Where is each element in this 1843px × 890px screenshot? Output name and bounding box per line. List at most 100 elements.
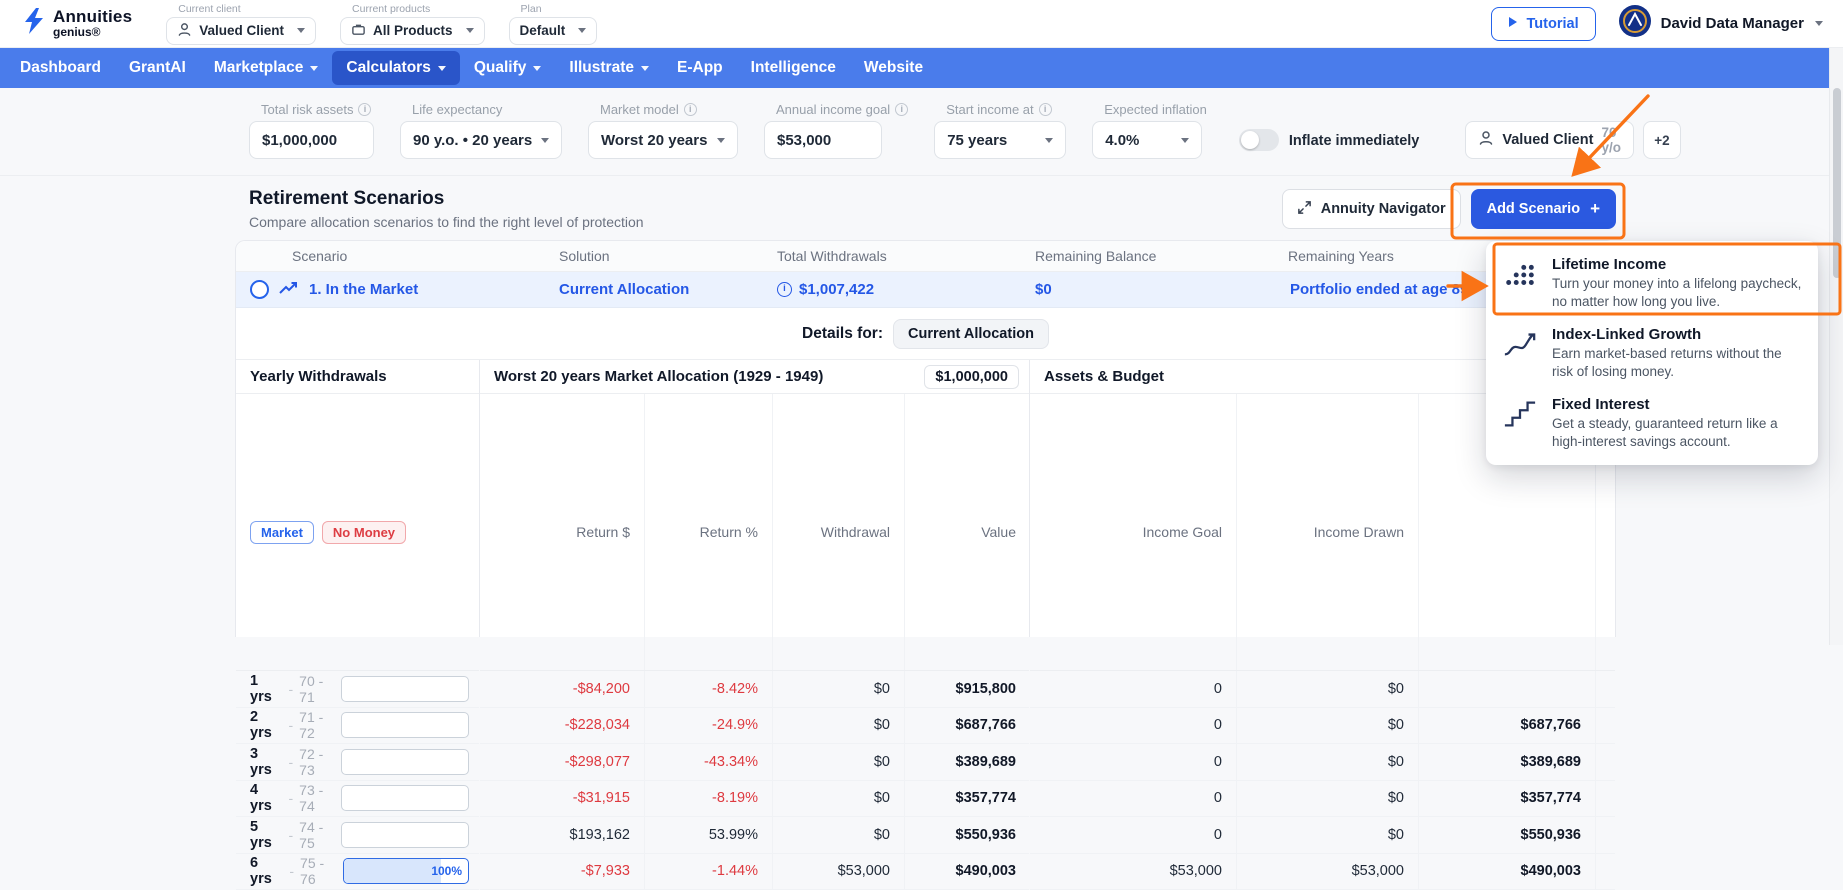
scenario-row[interactable]: 1. In the Market Current Allocation i$1,… [236,272,1615,308]
nav-eapp[interactable]: E-App [663,51,737,85]
return-pct: -1.44% [644,854,772,890]
add-scenario-label: Add Scenario [1487,201,1580,217]
market-row: -$228,034-24.9%$0$687,766 [480,708,1029,745]
info-icon: i [1039,103,1052,116]
vertical-scrollbar[interactable] [1829,48,1843,645]
menu-item-lifetime-income[interactable]: Lifetime Income Turn your money into a l… [1486,248,1818,318]
chevron-down-icon [1045,138,1053,143]
income-drawn: $0 [1236,708,1418,744]
row-age-range: 70 - 71 [299,673,341,705]
person-icon [1478,130,1494,151]
nav-label: Website [864,59,923,77]
income-goal: 0 [1030,671,1236,707]
withdrawal-row: 2 yrs-71 - 72 [236,708,479,745]
value: $357,774 [904,781,1030,817]
withdrawal-row: 5 yrs-74 - 75 [236,817,479,854]
more-clients-chip[interactable]: +2 [1643,121,1681,159]
annuity-navigator-label: Annuity Navigator [1321,201,1446,217]
withdrawal: $0 [772,781,904,817]
nav-illustrate[interactable]: Illustrate [555,51,663,85]
separator: - [289,754,294,770]
logo-bolt-icon [22,7,46,40]
annual-income-goal-input[interactable]: $53,000 [764,121,882,159]
filler-cell [1595,854,1615,890]
app-logo[interactable]: Annuities genius® [22,7,132,40]
expected-inflation-dropdown[interactable]: 4.0% [1092,121,1202,159]
assets-row: 0$0$687,766 [1030,708,1615,745]
details-band: Details for: Current Allocation [236,308,1615,360]
assets-row: $53,000$53,000$490,003 [1030,854,1615,890]
withdrawal: $53,000 [772,854,904,890]
current-client-dropdown[interactable]: Valued Client [166,17,316,45]
scenarios-card: Scenario Solution Total Withdrawals Rema… [235,240,1616,637]
chevron-down-icon [466,28,474,33]
briefcase-icon [351,22,366,40]
nav-dashboard[interactable]: Dashboard [6,51,115,85]
total-risk-assets-input[interactable]: $1,000,000 [249,121,374,159]
add-scenario-button[interactable]: Add Scenario + [1471,189,1616,229]
top-bar: Annuities genius® Current client Valued … [0,0,1843,48]
details-allocation-chip[interactable]: Current Allocation [893,319,1049,349]
tutorial-button[interactable]: Tutorial [1491,7,1596,41]
return-usd: -$84,200 [480,671,644,707]
market-model-dropdown[interactable]: Worst 20 years [588,121,738,159]
nav-grantai[interactable]: GrantAI [115,51,200,85]
start-income-at-dropdown[interactable]: 75 years [934,121,1066,159]
row-years: 5 yrs [250,819,283,851]
life-expectancy-dropdown[interactable]: 90 y.o. • 20 years [400,121,562,159]
scenario-total-withdrawals: $1,007,422 [799,281,874,298]
nav-website[interactable]: Website [850,51,937,85]
nav-label: Dashboard [20,59,101,77]
market-chip[interactable]: Market [250,521,314,544]
balance-value: $357,774 [1418,781,1595,817]
income-goal: 0 [1030,744,1236,780]
scrollbar-thumb[interactable] [1833,88,1841,278]
market-amount: $1,000,000 [924,365,1019,389]
separator: - [289,827,294,843]
nav-qualify[interactable]: Qualify [460,51,556,85]
withdrawal-input-filled[interactable]: 100% [343,858,469,884]
nav-label: GrantAI [129,59,186,77]
no-money-chip[interactable]: No Money [322,521,406,544]
nav-intelligence[interactable]: Intelligence [737,51,850,85]
menu-item-title: Index-Linked Growth [1552,326,1804,343]
scenario-radio[interactable] [250,280,269,299]
return-usd: $193,162 [480,817,644,853]
info-icon: i [777,282,792,297]
logo-line2: genius® [53,25,132,39]
client-chip-age: 70 y/o [1601,125,1621,155]
row-age-range: 73 - 74 [299,782,341,814]
income-goal: 0 [1030,781,1236,817]
current-products-dropdown[interactable]: All Products [340,17,485,45]
menu-item-description: Turn your money into a lifelong paycheck… [1552,275,1804,310]
separator: - [289,863,294,879]
return-pct: -8.42% [644,671,772,707]
plan-value: Default [520,23,566,38]
withdrawal-input[interactable] [341,749,469,775]
market-row: -$7,933-1.44%$53,000$490,003 [480,854,1029,890]
client-chip[interactable]: Valued Client 70 y/o [1465,121,1634,159]
separator: - [289,790,294,806]
filter-value: 4.0% [1105,132,1139,149]
inflate-immediately-toggle[interactable] [1239,129,1279,151]
withdrawal-input[interactable] [341,822,469,848]
withdrawal-input[interactable] [341,712,469,738]
filter-value: Worst 20 years [601,132,707,149]
filter-label: Annual income goal [776,102,890,117]
plan-dropdown[interactable]: Default [509,17,598,45]
current-client-value: Valued Client [199,23,284,38]
current-client-selector: Current client Valued Client [166,3,316,45]
nav-marketplace[interactable]: Marketplace [200,51,333,85]
withdrawal-input[interactable] [341,785,469,811]
menu-item-index-linked-growth[interactable]: Index-Linked Growth Earn market-based re… [1486,318,1818,388]
page-title: Retirement Scenarios [249,188,644,210]
withdrawal-input[interactable] [341,676,469,702]
scenarios-header: Retirement Scenarios Compare allocation … [235,188,1616,230]
nav-calculators[interactable]: Calculators [332,51,459,85]
menu-item-fixed-interest[interactable]: Fixed Interest Get a steady, guaranteed … [1486,388,1818,458]
withdrawal-row: 4 yrs-73 - 74 [236,781,479,818]
col-header-income-drawn: Income Drawn [1236,394,1418,670]
annuity-navigator-button[interactable]: Annuity Navigator [1282,189,1461,229]
user-menu[interactable]: David Data Manager [1618,4,1823,43]
nav-label: E-App [677,59,723,77]
